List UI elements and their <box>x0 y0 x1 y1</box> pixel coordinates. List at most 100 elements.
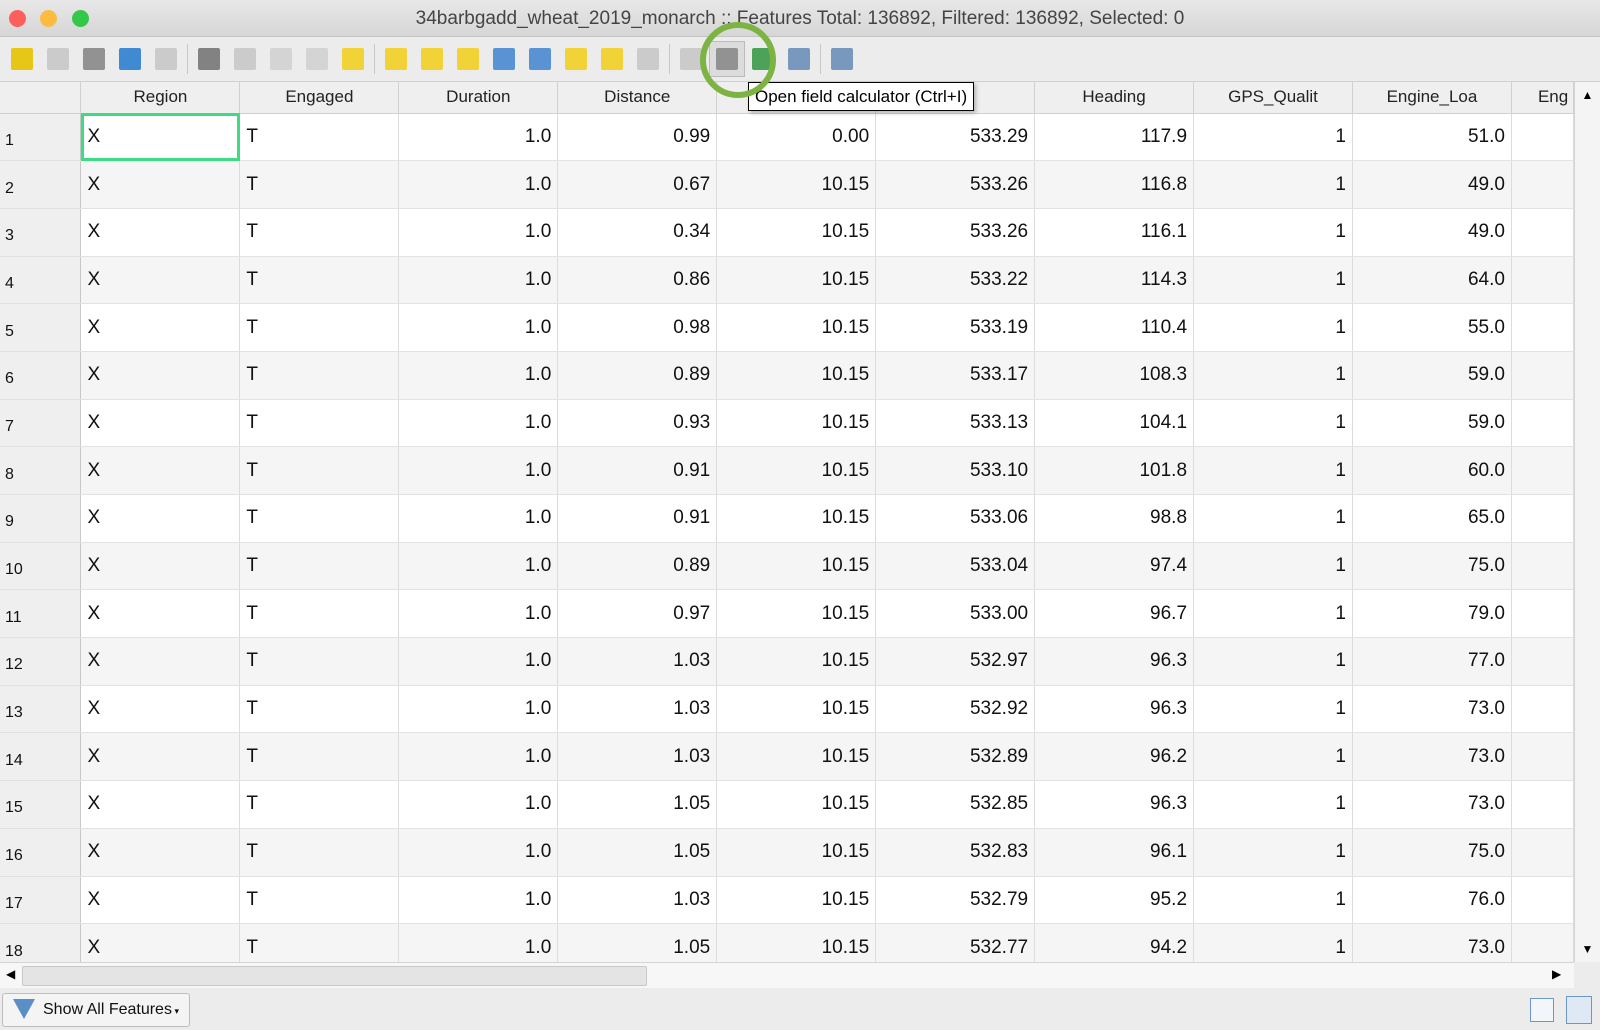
table-cell[interactable]: 75.0 <box>1352 542 1512 591</box>
column-header[interactable]: GPS_Qualit <box>1193 82 1353 114</box>
maximize-button[interactable] <box>72 10 89 27</box>
table-cell[interactable]: 116.8 <box>1034 160 1195 209</box>
table-cell[interactable]: X <box>80 160 241 209</box>
table-cell[interactable] <box>1511 351 1574 400</box>
row-header[interactable]: 3 <box>0 208 82 257</box>
table-cell[interactable]: T <box>239 399 400 448</box>
table-cell[interactable] <box>1511 399 1574 448</box>
row-header[interactable]: 16 <box>0 828 82 877</box>
table-cell[interactable]: 10.15 <box>716 303 877 352</box>
table-cell[interactable]: 1 <box>1193 828 1353 877</box>
row-header[interactable]: 7 <box>0 399 82 448</box>
corner-header[interactable] <box>0 82 82 114</box>
row-header[interactable]: 2 <box>0 160 82 209</box>
form-view-icon[interactable] <box>1530 998 1554 1022</box>
table-cell[interactable] <box>1511 160 1574 209</box>
table-cell[interactable]: 10.15 <box>716 399 877 448</box>
row-header[interactable]: 5 <box>0 303 82 352</box>
row-header[interactable]: 17 <box>0 876 82 925</box>
table-cell[interactable]: X <box>80 637 241 686</box>
vertical-scrollbar[interactable]: ▲ ▼ <box>1574 82 1600 962</box>
table-cell[interactable] <box>1511 589 1574 639</box>
table-cell[interactable]: 117.9 <box>1034 113 1195 162</box>
table-cell[interactable]: 1 <box>1193 399 1353 448</box>
table-cell[interactable]: 0.00 <box>716 113 877 162</box>
table-cell[interactable]: 108.3 <box>1034 351 1195 400</box>
table-cell[interactable]: 0.91 <box>557 446 718 495</box>
table-cell[interactable]: T <box>239 351 400 400</box>
table-cell[interactable]: 1.0 <box>398 637 559 686</box>
table-cell[interactable]: 96.2 <box>1034 732 1195 782</box>
table-cell[interactable]: 97.4 <box>1034 542 1195 591</box>
table-cell[interactable]: 96.1 <box>1034 828 1195 877</box>
table-cell[interactable]: X <box>80 828 241 877</box>
table-cell[interactable]: 1.0 <box>398 256 559 305</box>
table-cell[interactable]: 76.0 <box>1352 876 1512 925</box>
pencil-button[interactable] <box>4 41 40 77</box>
table-cell[interactable]: 1 <box>1193 303 1353 352</box>
table-cell[interactable]: 1.0 <box>398 303 559 352</box>
table-cell[interactable] <box>1511 256 1574 305</box>
table-cell[interactable]: 1 <box>1193 160 1353 209</box>
table-cell[interactable]: 1 <box>1193 494 1353 543</box>
cut-button[interactable] <box>227 41 263 77</box>
table-cell[interactable] <box>1511 446 1574 495</box>
table-cell[interactable]: 1 <box>1193 256 1353 305</box>
pan-to-selection-button[interactable] <box>558 41 594 77</box>
table-cell[interactable] <box>1511 732 1574 782</box>
table-cell[interactable]: 533.06 <box>875 494 1036 543</box>
row-header[interactable]: 12 <box>0 637 82 686</box>
table-cell[interactable]: X <box>80 589 241 639</box>
table-cell[interactable] <box>1511 685 1574 734</box>
table-cell[interactable]: 1.05 <box>557 923 718 962</box>
table-cell[interactable]: 10.15 <box>716 542 877 591</box>
table-cell[interactable] <box>1511 923 1574 962</box>
scroll-left-icon[interactable]: ◀ <box>6 967 15 981</box>
table-cell[interactable]: T <box>239 160 400 209</box>
table-cell[interactable]: 533.13 <box>875 399 1036 448</box>
table-cell[interactable]: X <box>80 494 241 543</box>
table-cell[interactable]: 1.0 <box>398 685 559 734</box>
scroll-down-icon[interactable]: ▼ <box>1575 942 1600 956</box>
table-cell[interactable]: 1.0 <box>398 876 559 925</box>
filter-button[interactable] <box>486 41 522 77</box>
table-cell[interactable]: 1 <box>1193 542 1353 591</box>
table-cell[interactable]: T <box>239 113 400 162</box>
table-cell[interactable]: 533.26 <box>875 160 1036 209</box>
table-cell[interactable]: 10.15 <box>716 828 877 877</box>
table-cell[interactable]: X <box>80 303 241 352</box>
table-cell[interactable]: 1 <box>1193 351 1353 400</box>
table-cell[interactable]: 10.15 <box>716 208 877 257</box>
table-cell[interactable]: 1.0 <box>398 828 559 877</box>
table-cell[interactable]: X <box>80 542 241 591</box>
table-cell[interactable]: 10.15 <box>716 876 877 925</box>
zoom-to-selection-button[interactable] <box>594 41 630 77</box>
table-cell[interactable]: 98.8 <box>1034 494 1195 543</box>
table-cell[interactable]: T <box>239 542 400 591</box>
table-cell[interactable]: T <box>239 828 400 877</box>
select-all-button[interactable] <box>378 41 414 77</box>
table-cell[interactable] <box>1511 637 1574 686</box>
table-cell[interactable]: 10.15 <box>716 780 877 829</box>
select-by-expression-button[interactable] <box>335 41 371 77</box>
table-cell[interactable]: 10.15 <box>716 637 877 686</box>
table-cell[interactable]: 532.83 <box>875 828 1036 877</box>
row-header[interactable]: 18 <box>0 923 82 962</box>
table-cell[interactable]: 73.0 <box>1352 780 1512 829</box>
table-cell[interactable] <box>1511 113 1574 162</box>
table-cell[interactable]: T <box>239 303 400 352</box>
table-cell[interactable]: X <box>80 446 241 495</box>
table-cell[interactable]: 10.15 <box>716 160 877 209</box>
table-cell[interactable]: 0.91 <box>557 494 718 543</box>
table-cell[interactable]: 1 <box>1193 589 1353 639</box>
table-cell[interactable]: 10.15 <box>716 923 877 962</box>
table-cell[interactable]: T <box>239 589 400 639</box>
table-cell[interactable]: T <box>239 256 400 305</box>
dock-button[interactable] <box>781 41 817 77</box>
table-cell[interactable]: 1.0 <box>398 494 559 543</box>
table-cell[interactable]: 0.89 <box>557 542 718 591</box>
table-cell[interactable]: 533.22 <box>875 256 1036 305</box>
table-cell[interactable]: 1 <box>1193 446 1353 495</box>
table-cell[interactable]: T <box>239 685 400 734</box>
row-header[interactable]: 1 <box>0 113 82 162</box>
